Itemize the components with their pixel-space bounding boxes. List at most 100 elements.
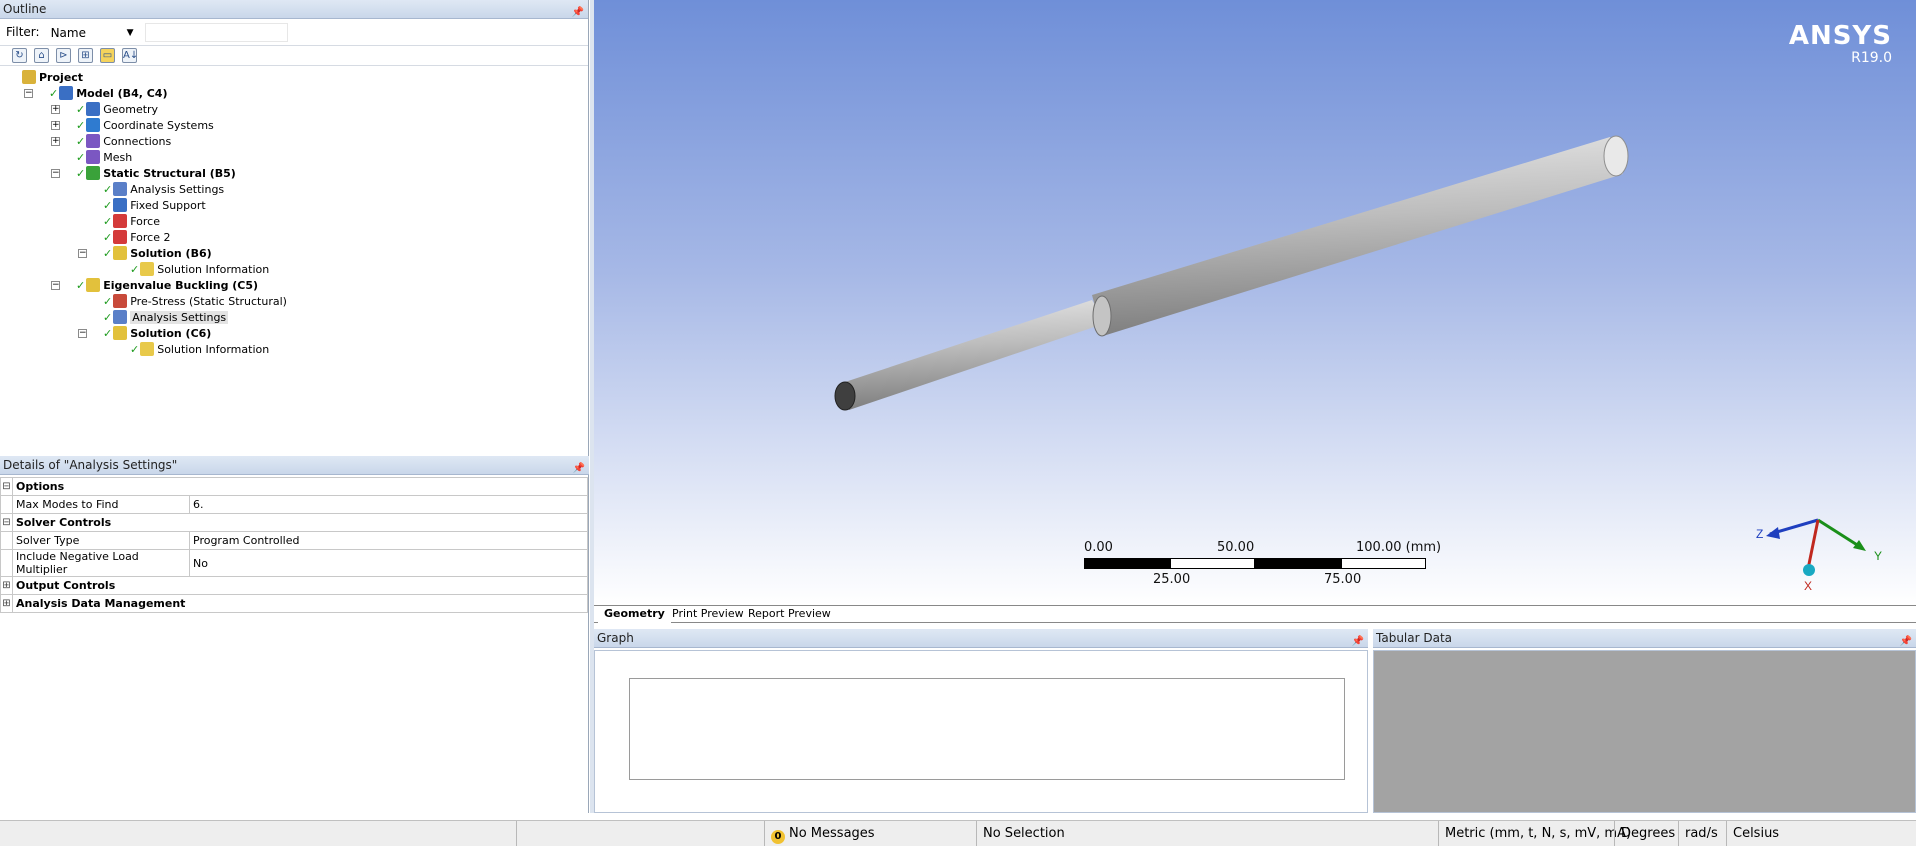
- outline-toolbar: ↻ ⌂ ⊳ ⊞ ▭ A↓: [0, 45, 588, 66]
- filter-input[interactable]: [144, 22, 288, 42]
- tab-print-preview[interactable]: Print Preview: [666, 606, 750, 623]
- selection-status: No Selection: [976, 821, 1438, 846]
- tree-node[interactable]: ✓ Solution Information: [130, 262, 269, 278]
- collapse-icon[interactable]: ⊟: [0, 513, 13, 532]
- outline-tree: Project ✓ Model (B4, C4) − ✓ Geometry + ✓ Coordi…: [0, 70, 589, 450]
- status-check-icon: ✓: [103, 247, 113, 260]
- messages-text: No Messages: [789, 826, 875, 841]
- tab-report-preview[interactable]: Report Preview: [742, 606, 837, 623]
- geometry-icon: [86, 102, 101, 116]
- tree-node[interactable]: ✓ Connections: [76, 134, 171, 150]
- details-title: Details of "Analysis Settings": [3, 458, 178, 472]
- tree-node[interactable]: ✓ Force: [103, 214, 160, 230]
- graph-title-bar: Graph 📌: [594, 629, 1368, 648]
- details-property-value[interactable]: 6.: [189, 495, 588, 514]
- expand-all-icon[interactable]: ⊞: [78, 48, 93, 63]
- details-group-row[interactable]: ⊟ Solver Controls: [0, 513, 588, 532]
- temperature-unit-status[interactable]: Celsius: [1726, 821, 1806, 846]
- tree-node-label: Static Structural (B5): [103, 167, 236, 180]
- graphics-viewport[interactable]: ANSYS R19.0 Z Y X 0.00 50.00 100.00 (mm)…: [594, 0, 1916, 605]
- pin-icon[interactable]: 📌: [572, 3, 584, 22]
- shaft-model[interactable]: Z Y X: [594, 0, 1916, 605]
- tree-node[interactable]: ✓ Analysis Settings: [103, 182, 224, 198]
- pin-icon[interactable]: 📌: [1900, 632, 1912, 651]
- tree-node[interactable]: ✓ Pre-Stress (Static Structural): [103, 294, 287, 310]
- expand-icon[interactable]: ⊞: [0, 594, 13, 613]
- tree-node[interactable]: ✓ Geometry: [76, 102, 158, 118]
- tree-node-label: Connections: [103, 135, 172, 148]
- expand-icon[interactable]: +: [51, 137, 60, 146]
- details-group-row[interactable]: ⊞ Output Controls: [0, 576, 588, 595]
- tree-node[interactable]: Project: [22, 70, 83, 86]
- scale-segment-4: [1341, 558, 1426, 569]
- expand-icon[interactable]: +: [51, 121, 60, 130]
- details-group-row[interactable]: ⊟ Options: [0, 477, 588, 496]
- details-property-value[interactable]: Program Controlled: [189, 531, 588, 550]
- rate-unit-status[interactable]: rad/s: [1678, 821, 1726, 846]
- tabular-title: Tabular Data: [1376, 631, 1453, 645]
- tree-node-label: Geometry: [103, 103, 159, 116]
- scale-label-100: 100.00 (mm): [1356, 540, 1442, 555]
- analysis-settings-icon: [113, 310, 128, 324]
- viewport-tabs: Geometry Print Preview Report Preview: [594, 605, 1916, 623]
- shaft-step-face: [1092, 295, 1112, 337]
- tree-node[interactable]: ✓ Force 2: [103, 230, 170, 246]
- unit-system-status[interactable]: Metric (mm, t, N, s, mV, mA): [1438, 821, 1631, 846]
- collapse-icon[interactable]: −: [51, 281, 60, 290]
- tree-node[interactable]: ✓ Static Structural (B5): [76, 166, 236, 182]
- tree-node-label: Coordinate Systems: [103, 119, 214, 132]
- tree-node[interactable]: ✓ Solution Information: [130, 342, 269, 358]
- axis-triad[interactable]: Z Y X: [1756, 518, 1882, 593]
- filter-select[interactable]: Name ▼: [45, 22, 139, 42]
- tree-node[interactable]: ✓ Model (B4, C4): [49, 86, 167, 102]
- scale-segment-2: [1170, 558, 1255, 569]
- expand-icon[interactable]: +: [51, 105, 60, 114]
- shaft-start-face: [834, 381, 856, 411]
- folder-icon[interactable]: ▭: [100, 48, 115, 63]
- tree-filter-icon[interactable]: ⊳: [56, 48, 71, 63]
- details-row[interactable]: Solver Type Program Controlled: [0, 531, 588, 550]
- tree-node-label: Solution Information: [157, 343, 270, 356]
- refresh-icon[interactable]: ↻: [12, 48, 27, 63]
- status-check-icon: ✓: [103, 311, 113, 324]
- details-property-name: Max Modes to Find: [12, 495, 190, 514]
- graph-plot-area[interactable]: [629, 678, 1345, 780]
- tree-node-label: Force 2: [130, 231, 171, 244]
- collapse-icon[interactable]: −: [78, 329, 87, 338]
- messages-status[interactable]: 0 No Messages: [764, 821, 976, 846]
- status-check-icon: ✓: [103, 295, 113, 308]
- scale-bar: 0.00 50.00 100.00 (mm) 25.00 75.00: [1084, 540, 1444, 600]
- status-bar: 0 No Messages No Selection Metric (mm, t,…: [0, 820, 1916, 846]
- details-row-gutter: [0, 495, 13, 514]
- collapse-icon[interactable]: −: [51, 169, 60, 178]
- details-property-value[interactable]: No: [189, 549, 588, 577]
- pin-icon[interactable]: 📌: [1352, 632, 1364, 651]
- tree-node[interactable]: ✓ Mesh: [76, 150, 132, 166]
- expand-icon[interactable]: ⊞: [0, 576, 13, 595]
- tree-node-label: Solution Information: [157, 263, 270, 276]
- collapse-icon[interactable]: ⊟: [0, 477, 13, 496]
- tree-node[interactable]: ✓ Solution (B6): [103, 246, 212, 262]
- tree-node[interactable]: ✓ Fixed Support: [103, 198, 206, 214]
- suppress-icon[interactable]: ⌂: [34, 48, 49, 63]
- angle-unit-status[interactable]: Degrees: [1614, 821, 1678, 846]
- tree-node[interactable]: ✓ Coordinate Systems: [76, 118, 214, 134]
- details-row[interactable]: Include Negative Load Multiplier No: [0, 549, 588, 577]
- tree-node-label: Analysis Settings: [130, 183, 225, 196]
- sort-icon[interactable]: A↓: [122, 48, 138, 63]
- pin-icon[interactable]: 📌: [573, 459, 585, 478]
- tree-node[interactable]: ✓ Eigenvalue Buckling (C5): [76, 278, 258, 294]
- details-row-gutter: [0, 549, 13, 577]
- collapse-icon[interactable]: −: [78, 249, 87, 258]
- collapse-icon[interactable]: −: [24, 89, 33, 98]
- tabular-title-bar: Tabular Data 📌: [1373, 629, 1916, 648]
- tree-node[interactable]: ✓ Solution (C6): [103, 326, 211, 342]
- tree-node[interactable]: ✓ Analysis Settings: [103, 310, 229, 326]
- static-structural-icon: [86, 166, 101, 180]
- details-group-row[interactable]: ⊞ Analysis Data Management: [0, 594, 588, 613]
- tab-geometry[interactable]: Geometry: [598, 606, 671, 623]
- details-group-label: Analysis Data Management: [12, 594, 588, 613]
- details-row[interactable]: Max Modes to Find 6.: [0, 495, 588, 514]
- outline-title-bar: Outline 📌: [0, 0, 588, 19]
- scale-label-0: 0.00: [1084, 540, 1113, 555]
